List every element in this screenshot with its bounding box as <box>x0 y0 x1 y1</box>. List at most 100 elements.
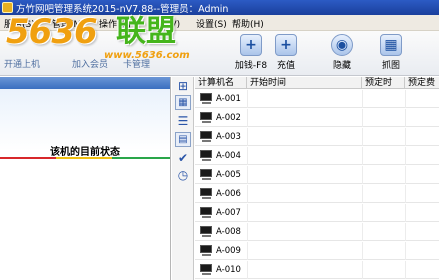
grid-line <box>405 166 406 184</box>
clock-icon[interactable]: ◷ <box>175 168 191 183</box>
grid-line <box>362 166 363 184</box>
table-row[interactable]: A-009 <box>195 242 439 260</box>
grid-line <box>362 109 363 127</box>
table-row[interactable]: A-007 <box>195 204 439 222</box>
grid-line <box>247 261 248 279</box>
table-row[interactable]: A-004 <box>195 147 439 165</box>
check-icon[interactable]: ✔ <box>175 151 191 166</box>
grid-line <box>247 223 248 241</box>
grid-line <box>247 204 248 222</box>
table-row[interactable]: A-003 <box>195 128 439 146</box>
watermark-url: www.5636.com <box>104 50 190 61</box>
join-member-button[interactable]: 加入会员 <box>72 57 108 70</box>
computer-name: A-009 <box>216 246 241 256</box>
computer-name: A-001 <box>216 94 241 104</box>
plus-box-icon: + <box>275 34 297 56</box>
computer-icon <box>200 169 213 181</box>
window-title: 方竹网吧管理系统2015-nV7.88--管理员：Admin <box>16 4 229 15</box>
column-header-reserved-fee[interactable]: 预定费 <box>405 77 439 89</box>
computer-icon <box>200 264 213 276</box>
grid-line <box>362 128 363 146</box>
computer-name: A-003 <box>216 132 241 142</box>
grid-line <box>247 242 248 260</box>
grid-line <box>405 261 406 279</box>
grid-line <box>405 128 406 146</box>
tree-view-icon[interactable]: ⊞ <box>175 79 191 94</box>
column-header-start-time[interactable]: 开始时间 <box>247 77 362 89</box>
menu-manage[interactable]: 管理(M) <box>52 17 85 30</box>
status-panel-header <box>0 77 170 89</box>
table-row[interactable]: A-002 <box>195 109 439 127</box>
view-switcher: ⊞ ▦ ☰ ▤ ✔ ◷ <box>172 77 194 280</box>
menu-service[interactable]: 服务(S) <box>4 17 35 30</box>
capture-button[interactable]: ▦ 抓图 <box>370 34 412 74</box>
grid-line <box>362 90 363 108</box>
table-header: 计算机名 开始时间 预定时 预定费 <box>195 77 439 89</box>
grid-line <box>405 185 406 203</box>
grid-line <box>247 128 248 146</box>
grid-line <box>247 185 248 203</box>
grid-line <box>405 242 406 260</box>
menu-view[interactable]: 查看(V) <box>149 17 180 30</box>
computer-name: A-005 <box>216 170 241 180</box>
menu-bar: 服务(S) 管理(M) 操作(O) 查看(V) 设置(S) 帮助(H) <box>0 15 439 31</box>
computer-icon <box>200 188 213 200</box>
grid-line <box>247 109 248 127</box>
computer-icon <box>200 150 213 162</box>
hide-label: 隐藏 <box>332 61 351 71</box>
grid-line <box>362 147 363 165</box>
grid-line <box>362 242 363 260</box>
menu-operate[interactable]: 操作(O) <box>99 17 131 30</box>
computer-name: A-008 <box>216 227 241 237</box>
status-underline <box>0 157 170 159</box>
table-row[interactable]: A-008 <box>195 223 439 241</box>
column-header-reserved-time[interactable]: 预定时 <box>362 77 405 89</box>
computer-name: A-006 <box>216 189 241 199</box>
plus-box-icon: + <box>240 34 262 56</box>
title-bar: 方竹网吧管理系统2015-nV7.88--管理员：Admin <box>0 0 439 15</box>
table-row[interactable]: A-005 <box>195 166 439 184</box>
table-row[interactable]: A-010 <box>195 261 439 279</box>
grid-line <box>362 261 363 279</box>
computer-name: A-004 <box>216 151 241 161</box>
computer-icon <box>200 207 213 219</box>
grid-line <box>247 147 248 165</box>
grid-line <box>405 223 406 241</box>
hide-button[interactable]: ◉ 隐藏 <box>321 34 363 74</box>
computer-name: A-010 <box>216 265 241 275</box>
menu-help[interactable]: 帮助(H) <box>232 17 264 30</box>
calendar-icon: ▦ <box>380 34 402 56</box>
computer-icon <box>200 131 213 143</box>
table-row[interactable]: A-001 <box>195 90 439 108</box>
recharge-label: 充值 <box>276 61 295 71</box>
computer-icon <box>200 226 213 238</box>
grid-line <box>362 204 363 222</box>
computer-name: A-002 <box>216 113 241 123</box>
grid-view-icon[interactable]: ▦ <box>175 95 191 110</box>
computer-icon <box>200 245 213 257</box>
menu-settings[interactable]: 设置(S) <box>196 17 227 30</box>
grid-line <box>362 223 363 241</box>
grid-line <box>247 166 248 184</box>
grid-line <box>362 185 363 203</box>
open-session-button[interactable]: 开通上机 <box>4 57 40 70</box>
detail-view-icon[interactable]: ▤ <box>175 132 191 147</box>
globe-icon: ◉ <box>331 34 353 56</box>
table-row[interactable]: A-006 <box>195 185 439 203</box>
grid-line <box>405 90 406 108</box>
computer-name: A-007 <box>216 208 241 218</box>
grid-line <box>405 147 406 165</box>
capture-label: 抓图 <box>381 61 400 71</box>
grid-line <box>247 90 248 108</box>
column-header-name[interactable]: 计算机名 <box>195 77 247 89</box>
computer-table: 计算机名 开始时间 预定时 预定费 A-001 A-002 A-003 A-004 A-… <box>195 77 439 280</box>
app-icon <box>2 2 13 13</box>
machine-status-panel: 该机的目前状态 <box>0 77 171 280</box>
recharge-button[interactable]: + 充值 <box>265 34 307 74</box>
grid-line <box>405 204 406 222</box>
grid-line <box>405 109 406 127</box>
status-title: 该机的目前状态 <box>50 147 120 158</box>
list-view-icon[interactable]: ☰ <box>175 114 191 129</box>
computer-icon <box>200 93 213 105</box>
toolbar: 开通上机 加入会员 卡管理 + 加钱-F8 + 充值 ◉ 隐藏 ▦ 抓图 <box>0 31 439 76</box>
